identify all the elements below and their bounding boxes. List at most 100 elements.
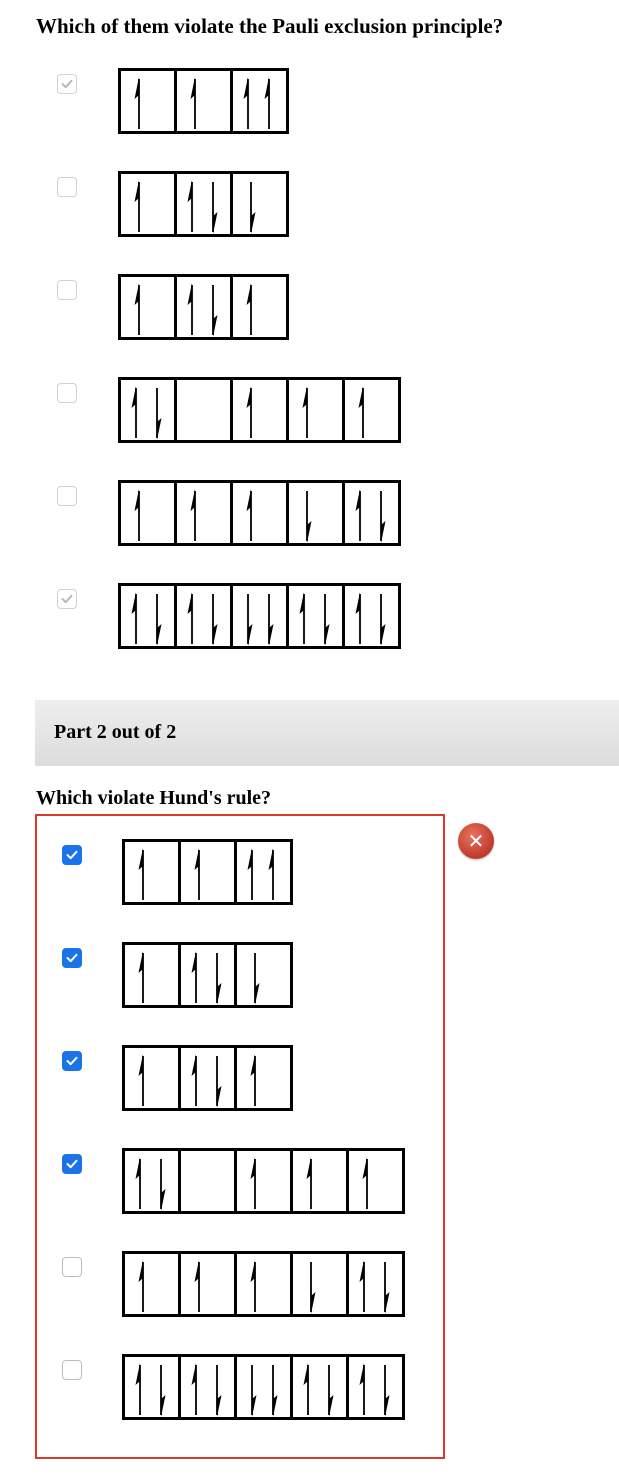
option-checkbox[interactable] [62,1360,82,1380]
spin-down-arrow-icon [380,594,386,646]
orbital-box [346,1354,405,1420]
checkmark-icon [61,594,73,604]
spin-up-arrow-icon [134,180,140,232]
orbital-box [122,942,181,1008]
spin-up-arrow-icon [268,848,274,900]
spin-up-arrow-icon [131,592,137,644]
orbital-box [342,583,401,649]
spin-up-arrow-icon [190,77,196,129]
option-checkbox[interactable] [62,1154,82,1174]
checkmark-icon [66,850,78,860]
orbital-diagram [122,1045,293,1111]
checkmark-icon [66,1056,78,1066]
spin-up-arrow-icon [135,1363,141,1415]
spin-up-arrow-icon [303,1363,309,1415]
orbital-box [178,1251,237,1317]
spin-down-arrow-icon [216,1365,222,1417]
spin-up-arrow-icon [302,386,308,438]
orbital-box [286,480,345,546]
orbital-box [230,171,289,237]
spin-down-arrow-icon [160,1159,166,1211]
checkmark-icon [61,79,73,89]
orbital-box [118,274,177,340]
spin-up-arrow-icon [250,1260,256,1312]
option-checkbox[interactable] [62,1051,82,1071]
spin-down-arrow-icon [212,285,218,337]
orbital-box [290,1148,349,1214]
option-checkbox [57,74,77,94]
spin-down-arrow-icon [212,594,218,646]
orbital-box [118,171,177,237]
spin-down-arrow-icon [251,1365,257,1417]
orbital-box [230,480,289,546]
spin-down-arrow-icon [247,594,253,646]
spin-up-arrow-icon [250,1157,256,1209]
orbital-box [174,68,233,134]
orbital-box [174,377,233,443]
orbital-box [122,1148,181,1214]
spin-up-arrow-icon [246,283,252,335]
spin-up-arrow-icon [246,489,252,541]
checkmark-icon [66,953,78,963]
orbital-box [118,583,177,649]
orbital-box [118,68,177,134]
spin-up-arrow-icon [187,592,193,644]
orbital-box [230,68,289,134]
option-checkbox [57,383,77,403]
orbital-box [286,377,345,443]
spin-up-arrow-icon [194,848,200,900]
spin-up-arrow-icon [134,489,140,541]
spin-up-arrow-icon [264,77,270,129]
spin-up-arrow-icon [246,386,252,438]
spin-up-arrow-icon [306,1157,312,1209]
orbital-diagram [118,68,289,134]
spin-up-arrow-icon [191,1363,197,1415]
orbital-diagram [118,480,401,546]
spin-up-arrow-icon [138,1054,144,1106]
spin-up-arrow-icon [138,1260,144,1312]
orbital-box [174,480,233,546]
spin-up-arrow-icon [191,1054,197,1106]
spin-up-arrow-icon [138,951,144,1003]
spin-up-arrow-icon [135,1157,141,1209]
checkmark-icon [66,1159,78,1169]
orbital-box [122,1045,181,1111]
option-checkbox[interactable] [62,948,82,968]
spin-down-arrow-icon [310,1262,316,1314]
orbital-box [178,1045,237,1111]
orbital-box [234,1045,293,1111]
spin-up-arrow-icon [138,848,144,900]
spin-up-arrow-icon [194,1260,200,1312]
part-header-bar: Part 2 out of 2 [35,700,619,766]
option-checkbox[interactable] [62,845,82,865]
option-checkbox [57,177,77,197]
orbital-box [346,1148,405,1214]
spin-up-arrow-icon [358,386,364,438]
orbital-box [234,942,293,1008]
orbital-diagram [122,839,293,905]
spin-down-arrow-icon [272,1365,278,1417]
orbital-box [234,1251,293,1317]
spin-up-arrow-icon [355,489,361,541]
orbital-box [230,583,289,649]
spin-down-arrow-icon [250,182,256,234]
spin-up-arrow-icon [131,386,137,438]
orbital-box [342,377,401,443]
orbital-box [122,1251,181,1317]
orbital-box [174,583,233,649]
spin-up-arrow-icon [191,951,197,1003]
spin-down-arrow-icon [254,953,260,1005]
orbital-box [234,839,293,905]
spin-down-arrow-icon [268,594,274,646]
orbital-diagram [118,583,401,649]
orbital-box [174,274,233,340]
orbital-box [346,1251,405,1317]
spin-up-arrow-icon [134,77,140,129]
orbital-diagram [118,171,289,237]
orbital-box [122,839,181,905]
option-checkbox[interactable] [62,1257,82,1277]
option-checkbox [57,486,77,506]
orbital-box [234,1148,293,1214]
spin-down-arrow-icon [156,388,162,440]
orbital-box [178,1148,237,1214]
